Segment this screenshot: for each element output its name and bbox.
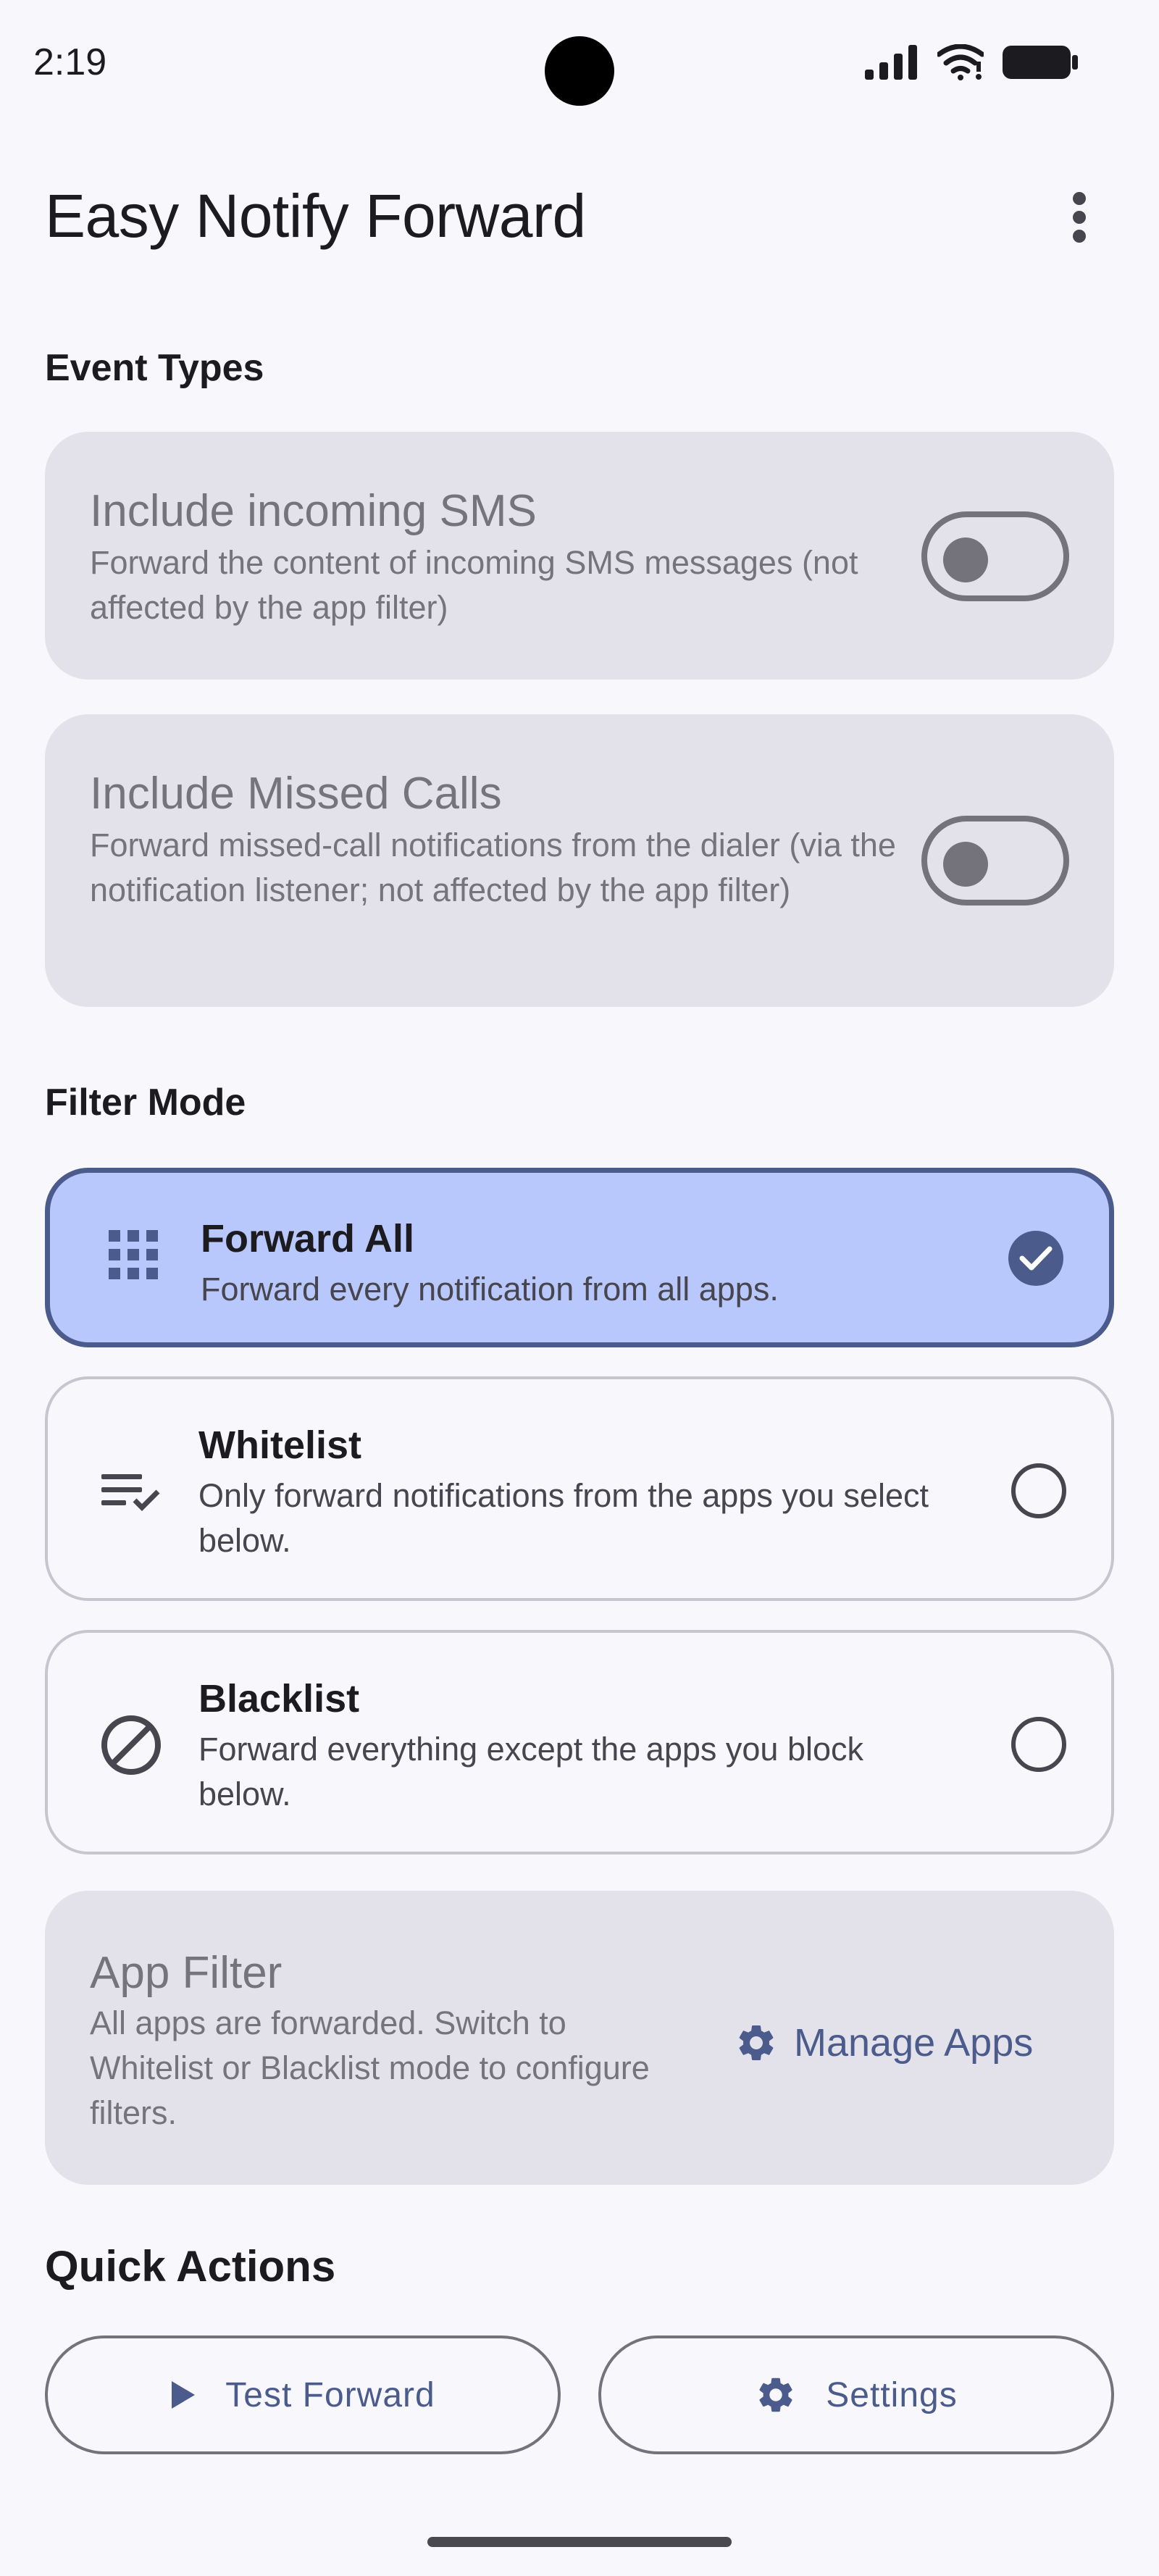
check-icon xyxy=(1019,1246,1053,1271)
sms-toggle-title: Include incoming SMS xyxy=(90,486,537,536)
status-time: 2:19 xyxy=(33,41,107,83)
filter-mode-heading: Filter Mode xyxy=(45,1082,246,1124)
app-filter-description: All apps are forwarded. Switch to Whitel… xyxy=(90,2004,650,2131)
apps-grid-icon xyxy=(101,1222,166,1287)
test-forward-button[interactable]: Test Forward xyxy=(45,2335,561,2454)
battery-icon xyxy=(1003,46,1078,79)
radio-unselected[interactable] xyxy=(1011,1463,1066,1518)
switch-knob xyxy=(943,538,988,582)
overflow-menu-button[interactable] xyxy=(1050,181,1108,254)
sms-switch[interactable] xyxy=(921,511,1069,601)
status-icons xyxy=(865,41,1079,84)
gear-icon xyxy=(739,2025,774,2060)
option-description: Only forward notifications from the apps… xyxy=(198,1477,929,1559)
missed-calls-switch[interactable] xyxy=(921,816,1069,906)
settings-button[interactable]: Settings xyxy=(598,2335,1114,2454)
playlist-check-icon xyxy=(99,1459,164,1524)
option-description: Forward everything except the apps you b… xyxy=(198,1731,863,1812)
more-vert-icon xyxy=(1073,192,1086,243)
filter-option-whitelist[interactable]: Whitelist Only forward notifications fro… xyxy=(45,1376,1114,1601)
wifi-icon xyxy=(937,44,984,80)
sms-toggle-card[interactable]: Include incoming SMS Forward the content… xyxy=(45,432,1114,679)
quick-actions-heading: Quick Actions xyxy=(45,2242,336,2291)
manage-apps-button[interactable]: Manage Apps xyxy=(726,2007,1042,2079)
option-title: Blacklist xyxy=(198,1677,360,1720)
sms-toggle-description: Forward the content of incoming SMS mess… xyxy=(90,544,858,626)
settings-label: Settings xyxy=(826,2375,958,2414)
filter-option-forward-all[interactable]: Forward All Forward every notification f… xyxy=(45,1168,1114,1347)
radio-selected[interactable] xyxy=(1008,1231,1063,1286)
app-filter-card: App Filter All apps are forwarded. Switc… xyxy=(45,1891,1114,2185)
app-filter-title: App Filter xyxy=(90,1948,283,1998)
gear-icon xyxy=(759,2378,792,2412)
option-title: Forward All xyxy=(201,1217,415,1260)
radio-unselected[interactable] xyxy=(1011,1717,1066,1772)
camera-cutout xyxy=(545,36,614,106)
option-description: Forward every notification from all apps… xyxy=(201,1271,779,1308)
home-indicator[interactable] xyxy=(427,2537,732,2547)
status-bar: 2:19 xyxy=(0,0,1159,130)
missed-calls-toggle-title: Include Missed Calls xyxy=(90,769,502,819)
event-types-heading: Event Types xyxy=(45,347,264,389)
block-icon xyxy=(99,1713,164,1778)
option-title: Whitelist xyxy=(198,1423,361,1467)
switch-knob xyxy=(943,842,988,887)
app-title: Easy Notify Forward xyxy=(45,182,586,250)
play-icon xyxy=(172,2381,196,2409)
missed-calls-toggle-description: Forward missed-call notifications from t… xyxy=(90,827,896,908)
signal-icon xyxy=(865,45,917,80)
missed-calls-toggle-card[interactable]: Include Missed Calls Forward missed-call… xyxy=(45,714,1114,1007)
manage-apps-label: Manage Apps xyxy=(794,2021,1034,2065)
filter-option-blacklist[interactable]: Blacklist Forward everything except the … xyxy=(45,1630,1114,1854)
test-forward-label: Test Forward xyxy=(225,2375,435,2414)
